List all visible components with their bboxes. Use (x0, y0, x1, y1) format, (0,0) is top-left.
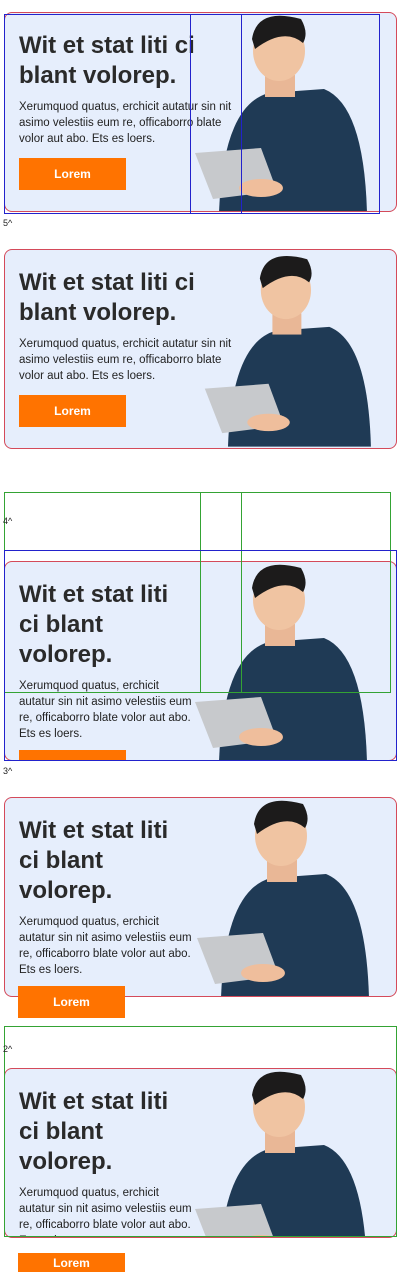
promo-title: Wit et stat liti ci blant volorep. (19, 581, 169, 668)
man-with-tablet-image (197, 800, 369, 996)
man-with-tablet-image (204, 256, 371, 447)
promo-card-2: Wit et stat liti ci blant volorep. Xerum… (4, 249, 397, 449)
lorem-button[interactable]: Lorem (19, 750, 126, 760)
promo-body: Xerumquod quatus, erchicit autatur sin n… (19, 916, 192, 976)
breakpoint-label: 4^ (3, 516, 13, 526)
promo-card-1: Wit et stat liti ci blant volorep. Xerum… (4, 12, 397, 212)
promo-body: Xerumquod quatus, erchicit autatur sin n… (19, 680, 192, 740)
lorem-button-overflow[interactable]: Lorem (18, 986, 125, 1018)
man-with-tablet-image (195, 1071, 366, 1237)
breakpoint-label: 2^ (3, 1044, 13, 1054)
promo-title: Wit et stat liti ci blant volorep. (19, 1088, 169, 1175)
man-with-tablet-image (195, 15, 367, 211)
man-with-tablet-image (195, 564, 367, 760)
promo-card-4: Wit et stat liti ci blant volorep. Xerum… (4, 797, 397, 997)
lorem-button[interactable]: Lorem (19, 395, 126, 427)
promo-card-5: Wit et stat liti ci blant volorep. Xerum… (4, 1068, 397, 1238)
promo-body: Xerumquod quatus, erchicit autatur sin n… (19, 1187, 192, 1237)
lorem-button[interactable]: Lorem (19, 158, 126, 190)
breakpoint-label: 3^ (3, 766, 13, 776)
promo-card-3: Wit et stat liti ci blant volorep. Xerum… (4, 561, 397, 761)
lorem-button-clipped[interactable]: Lorem (18, 1253, 125, 1272)
promo-title: Wit et stat liti ci blant volorep. (19, 817, 169, 904)
breakpoint-label: 5^ (3, 218, 13, 228)
